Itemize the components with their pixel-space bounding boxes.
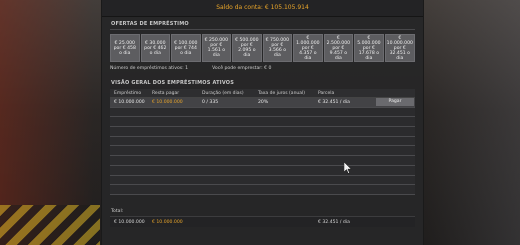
loan-offer-button[interactable]: € 100.000 por € 744 o dia bbox=[171, 34, 201, 62]
loan-offer-button[interactable]: € 30.000 por € 462 o dia bbox=[140, 34, 171, 62]
table-row-empty bbox=[110, 185, 415, 195]
active-loans-table: Empréstimo Resta pagar Duração (em dias)… bbox=[110, 89, 415, 195]
loan-info-row: Número de empréstimos ativos: 1 Você pod… bbox=[110, 66, 415, 73]
mouse-cursor-icon bbox=[344, 162, 352, 174]
remaining-amount: € 10.000.000 bbox=[152, 99, 183, 105]
loan-offer-button[interactable]: € 1.000.000 por € 4.357 o dia bbox=[293, 34, 323, 62]
balance-label: Saldo da conta: bbox=[216, 4, 263, 11]
total-row: € 10.000.000 € 10.000.000 € 32.451 / dia bbox=[110, 216, 415, 227]
interest-value: 20% bbox=[258, 99, 269, 105]
loan-offers: € 25.000 por € 458 o dia € 30.000 por € … bbox=[110, 34, 415, 62]
active-loans-count: Número de empréstimos ativos: 1 bbox=[110, 66, 189, 71]
installment-value: € 32.451 / dia bbox=[318, 99, 350, 105]
balance-value: € 105.105.914 bbox=[264, 4, 309, 11]
balance-bar: Saldo da conta: € 105.105.914 bbox=[102, 0, 423, 17]
table-row-empty bbox=[110, 156, 415, 166]
can-borrow-amount: Você pode emprestar: € 0 bbox=[212, 66, 272, 71]
table-row-empty bbox=[110, 136, 415, 147]
table-row: € 10.000.000 € 10.000.000 0 / 335 20% € … bbox=[110, 98, 415, 108]
total-label: Total: bbox=[111, 209, 124, 214]
duration-value: 0 / 335 bbox=[202, 99, 219, 105]
header-loan: Empréstimo bbox=[114, 90, 142, 96]
loan-offer-button[interactable]: € 10.000.000 por € 32.451 o dia bbox=[384, 34, 415, 62]
total-loan: € 10.000.000 bbox=[114, 219, 145, 225]
table-header: Empréstimo Resta pagar Duração (em dias)… bbox=[110, 89, 415, 98]
total-remaining: € 10.000.000 bbox=[152, 219, 183, 225]
overview-title: VISÃO GERAL DOS EMPRÉSTIMOS ATIVOS bbox=[111, 80, 235, 86]
bank-panel: Saldo da conta: € 105.105.914 OFERTAS DE… bbox=[101, 0, 424, 245]
table-row-empty bbox=[110, 165, 415, 176]
table-row-empty bbox=[110, 127, 415, 137]
table-row-empty bbox=[110, 146, 415, 157]
hazard-stripes bbox=[0, 205, 100, 245]
header-installment: Parcela bbox=[318, 90, 335, 96]
loan-amount: € 10.000.000 bbox=[114, 99, 145, 105]
loan-offer-button[interactable]: € 500.000 por € 2.095 o dia bbox=[232, 34, 262, 62]
table-row-empty bbox=[110, 107, 415, 118]
table-row-empty bbox=[110, 175, 415, 186]
loan-offer-button[interactable]: € 25.000 por € 458 o dia bbox=[110, 34, 140, 62]
total-installment: € 32.451 / dia bbox=[318, 219, 350, 225]
header-remaining: Resta pagar bbox=[152, 90, 180, 96]
loan-offer-button[interactable]: € 2.500.000 por € 9.457 o dia bbox=[323, 34, 354, 62]
header-action bbox=[376, 89, 415, 97]
loan-offer-button[interactable]: € 250.000 por € 1.561 o dia bbox=[201, 34, 232, 62]
pay-button[interactable]: Pagar bbox=[376, 98, 414, 107]
divider bbox=[110, 29, 415, 30]
header-interest: Taxa de juros (anual) bbox=[258, 90, 306, 96]
header-duration: Duração (em dias) bbox=[202, 90, 244, 96]
offers-title: OFERTAS DE EMPRÉSTIMO bbox=[111, 21, 189, 27]
table-row-empty bbox=[110, 117, 415, 128]
loan-offer-button[interactable]: € 750.000 por € 3.566 o dia bbox=[262, 34, 293, 62]
loan-offer-button[interactable]: € 5.000.000 por € 17.678 o dia bbox=[354, 34, 384, 62]
